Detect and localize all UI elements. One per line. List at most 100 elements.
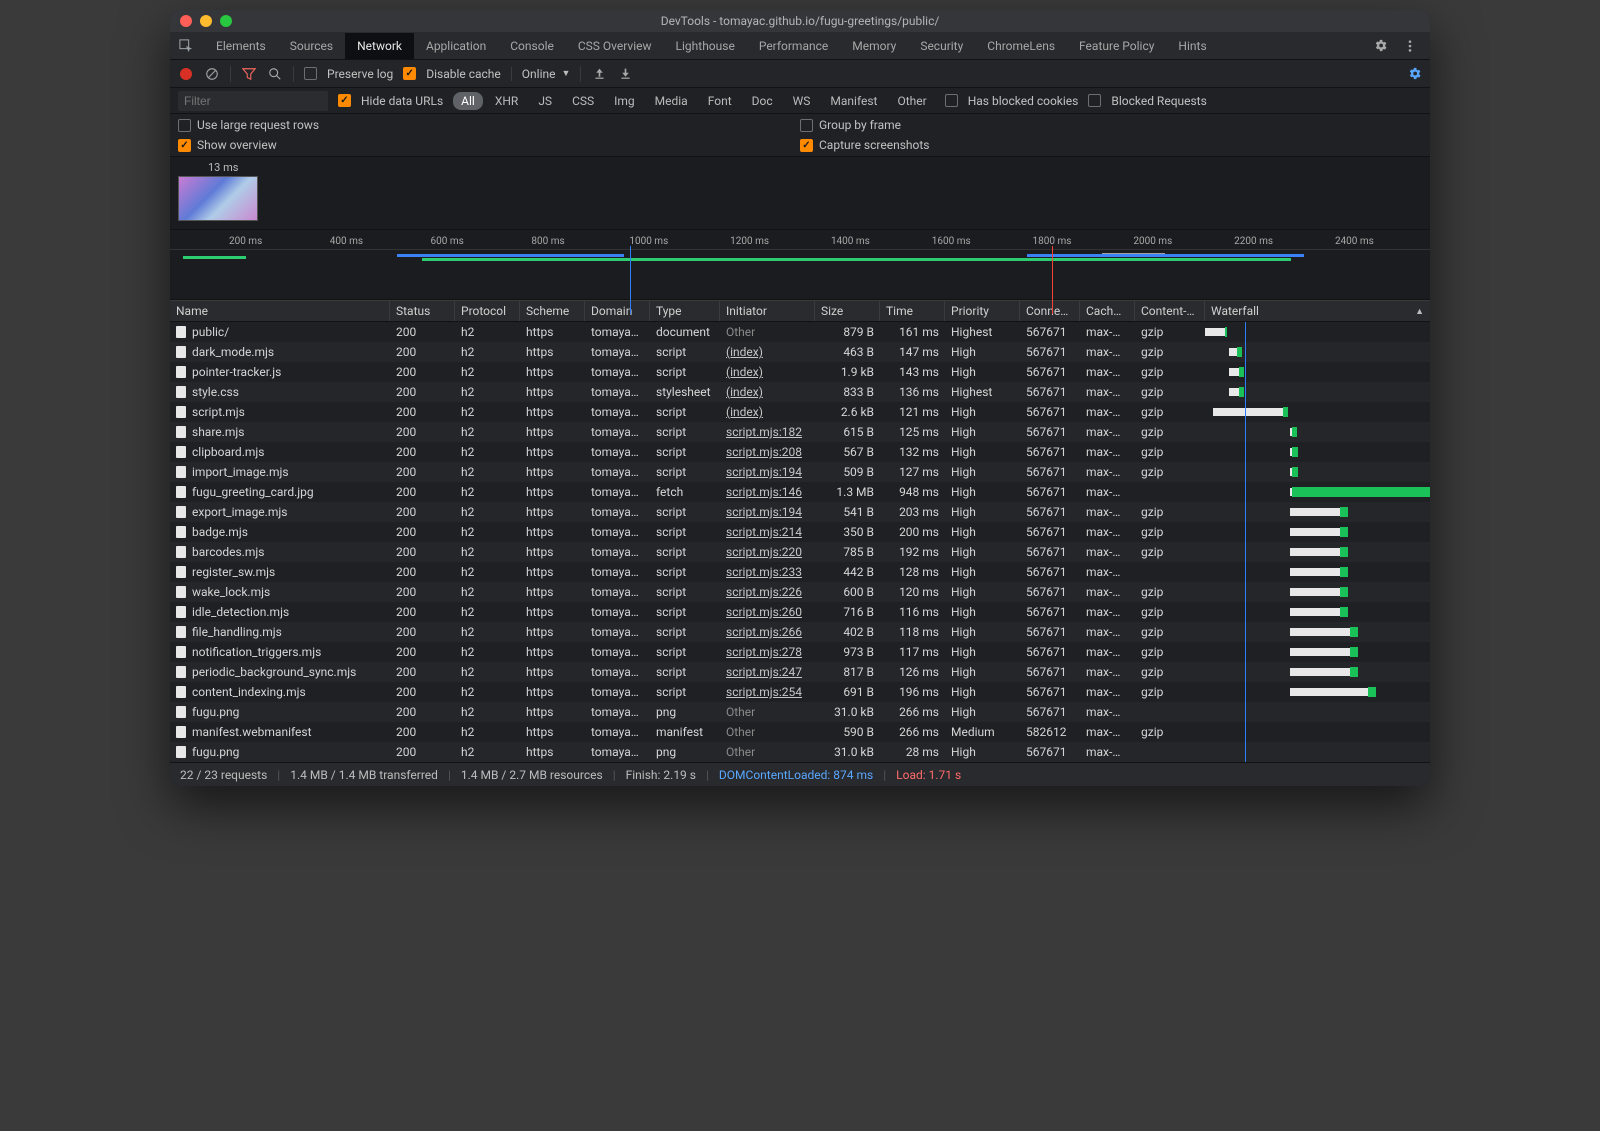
type-filter-font[interactable]: Font [700, 92, 740, 110]
cell-initiator[interactable]: script.mjs:194 [720, 465, 815, 479]
tab-network[interactable]: Network [345, 33, 414, 59]
tab-elements[interactable]: Elements [204, 33, 278, 59]
disable-cache-checkbox[interactable] [403, 67, 416, 80]
blocked-requests-checkbox[interactable] [1088, 94, 1101, 107]
tab-sources[interactable]: Sources [278, 33, 345, 59]
record-button[interactable] [178, 66, 194, 82]
column-header-status[interactable]: Status [390, 301, 455, 321]
settings-gear-icon[interactable] [1372, 38, 1388, 54]
column-header-priority[interactable]: Priority [945, 301, 1020, 321]
column-header-content[interactable]: Content-… [1135, 301, 1205, 321]
table-row[interactable]: manifest.webmanifest200h2httpstomayac…ma… [170, 722, 1430, 742]
show-overview-checkbox[interactable] [178, 139, 191, 152]
group-by-frame-checkbox[interactable] [800, 119, 813, 132]
type-filter-all[interactable]: All [453, 92, 483, 110]
screenshot-thumbnail[interactable] [178, 176, 258, 221]
cell-initiator[interactable]: script.mjs:233 [720, 565, 815, 579]
column-header-domain[interactable]: Domain [585, 301, 650, 321]
clear-button[interactable] [204, 66, 220, 82]
preserve-log-checkbox[interactable] [304, 67, 317, 80]
cell-initiator[interactable]: script.mjs:146 [720, 485, 815, 499]
throttling-dropdown[interactable]: Online ▼ [511, 67, 571, 81]
window-close-button[interactable] [180, 15, 192, 27]
column-header-name[interactable]: Name [170, 301, 390, 321]
cell-initiator[interactable]: script.mjs:254 [720, 685, 815, 699]
kebab-menu-icon[interactable] [1402, 38, 1418, 54]
cell-initiator[interactable]: script.mjs:208 [720, 445, 815, 459]
search-icon[interactable] [267, 66, 283, 82]
column-header-scheme[interactable]: Scheme [520, 301, 585, 321]
tab-feature-policy[interactable]: Feature Policy [1067, 33, 1166, 59]
cell-initiator[interactable]: script.mjs:266 [720, 625, 815, 639]
filter-icon[interactable] [241, 66, 257, 82]
table-row[interactable]: register_sw.mjs200h2httpstomayac…scripts… [170, 562, 1430, 582]
column-header-initiator[interactable]: Initiator [720, 301, 815, 321]
type-filter-css[interactable]: CSS [564, 92, 602, 110]
cell-initiator[interactable]: (index) [720, 405, 815, 419]
cell-initiator[interactable]: script.mjs:260 [720, 605, 815, 619]
table-row[interactable]: share.mjs200h2httpstomayac…scriptscript.… [170, 422, 1430, 442]
network-table-header[interactable]: NameStatusProtocolSchemeDomainTypeInitia… [170, 300, 1430, 322]
column-header-type[interactable]: Type [650, 301, 720, 321]
table-row[interactable]: fugu_greeting_card.jpg200h2httpstomayac…… [170, 482, 1430, 502]
type-filter-other[interactable]: Other [889, 92, 934, 110]
cell-initiator[interactable]: script.mjs:247 [720, 665, 815, 679]
type-filter-js[interactable]: JS [530, 92, 560, 110]
table-row[interactable]: export_image.mjs200h2httpstomayac…script… [170, 502, 1430, 522]
column-header-time[interactable]: Time [880, 301, 945, 321]
tab-hints[interactable]: Hints [1166, 33, 1218, 59]
download-har-icon[interactable] [617, 66, 633, 82]
type-filter-ws[interactable]: WS [785, 92, 819, 110]
tab-console[interactable]: Console [498, 33, 566, 59]
upload-har-icon[interactable] [591, 66, 607, 82]
cell-initiator[interactable]: script.mjs:194 [720, 505, 815, 519]
table-row[interactable]: dark_mode.mjs200h2httpstomayac…script(in… [170, 342, 1430, 362]
table-row[interactable]: periodic_background_sync.mjs200h2httpsto… [170, 662, 1430, 682]
table-row[interactable]: clipboard.mjs200h2httpstomayac…scriptscr… [170, 442, 1430, 462]
table-row[interactable]: barcodes.mjs200h2httpstomayac…scriptscri… [170, 542, 1430, 562]
tab-security[interactable]: Security [908, 33, 975, 59]
use-large-rows-checkbox[interactable] [178, 119, 191, 132]
table-row[interactable]: wake_lock.mjs200h2httpstomayac…scriptscr… [170, 582, 1430, 602]
tab-css-overview[interactable]: CSS Overview [566, 33, 664, 59]
timeline-overview[interactable]: 200 ms400 ms600 ms800 ms1000 ms1200 ms14… [170, 230, 1430, 300]
window-minimize-button[interactable] [200, 15, 212, 27]
cell-initiator[interactable]: script.mjs:226 [720, 585, 815, 599]
cell-initiator[interactable]: script.mjs:220 [720, 545, 815, 559]
tab-chromelens[interactable]: ChromeLens [975, 33, 1067, 59]
type-filter-media[interactable]: Media [647, 92, 696, 110]
cell-initiator[interactable]: (index) [720, 385, 815, 399]
column-header-waterfall[interactable]: Waterfall▲ [1205, 301, 1430, 321]
cell-initiator[interactable]: script.mjs:182 [720, 425, 815, 439]
cell-initiator[interactable]: script.mjs:278 [720, 645, 815, 659]
tab-application[interactable]: Application [414, 33, 498, 59]
table-row[interactable]: pointer-tracker.js200h2httpstomayac…scri… [170, 362, 1430, 382]
table-row[interactable]: badge.mjs200h2httpstomayac…scriptscript.… [170, 522, 1430, 542]
table-row[interactable]: file_handling.mjs200h2httpstomayac…scrip… [170, 622, 1430, 642]
window-maximize-button[interactable] [220, 15, 232, 27]
type-filter-img[interactable]: Img [606, 92, 643, 110]
has-blocked-cookies-checkbox[interactable] [945, 94, 958, 107]
inspect-element-icon[interactable] [178, 38, 194, 54]
table-row[interactable]: public/200h2httpstomayac…documentOther87… [170, 322, 1430, 342]
table-row[interactable]: style.css200h2httpstomayac…stylesheet(in… [170, 382, 1430, 402]
cell-initiator[interactable]: script.mjs:214 [720, 525, 815, 539]
column-header-cach[interactable]: Cach… [1080, 301, 1135, 321]
hide-data-urls-checkbox[interactable] [338, 94, 351, 107]
tab-performance[interactable]: Performance [747, 33, 840, 59]
column-header-protocol[interactable]: Protocol [455, 301, 520, 321]
column-header-size[interactable]: Size [815, 301, 880, 321]
filter-input[interactable] [178, 91, 328, 111]
table-row[interactable]: notification_triggers.mjs200h2httpstomay… [170, 642, 1430, 662]
tab-memory[interactable]: Memory [840, 33, 908, 59]
table-row[interactable]: import_image.mjs200h2httpstomayac…script… [170, 462, 1430, 482]
table-row[interactable]: fugu.png200h2httpstomayac…pngOther31.0 k… [170, 702, 1430, 722]
cell-initiator[interactable]: (index) [720, 365, 815, 379]
table-row[interactable]: script.mjs200h2httpstomayac…script(index… [170, 402, 1430, 422]
table-row[interactable]: idle_detection.mjs200h2httpstomayac…scri… [170, 602, 1430, 622]
capture-screenshots-checkbox[interactable] [800, 139, 813, 152]
column-header-conne[interactable]: Conne… [1020, 301, 1080, 321]
type-filter-manifest[interactable]: Manifest [822, 92, 885, 110]
table-row[interactable]: content_indexing.mjs200h2httpstomayac…sc… [170, 682, 1430, 702]
type-filter-xhr[interactable]: XHR [487, 92, 526, 110]
